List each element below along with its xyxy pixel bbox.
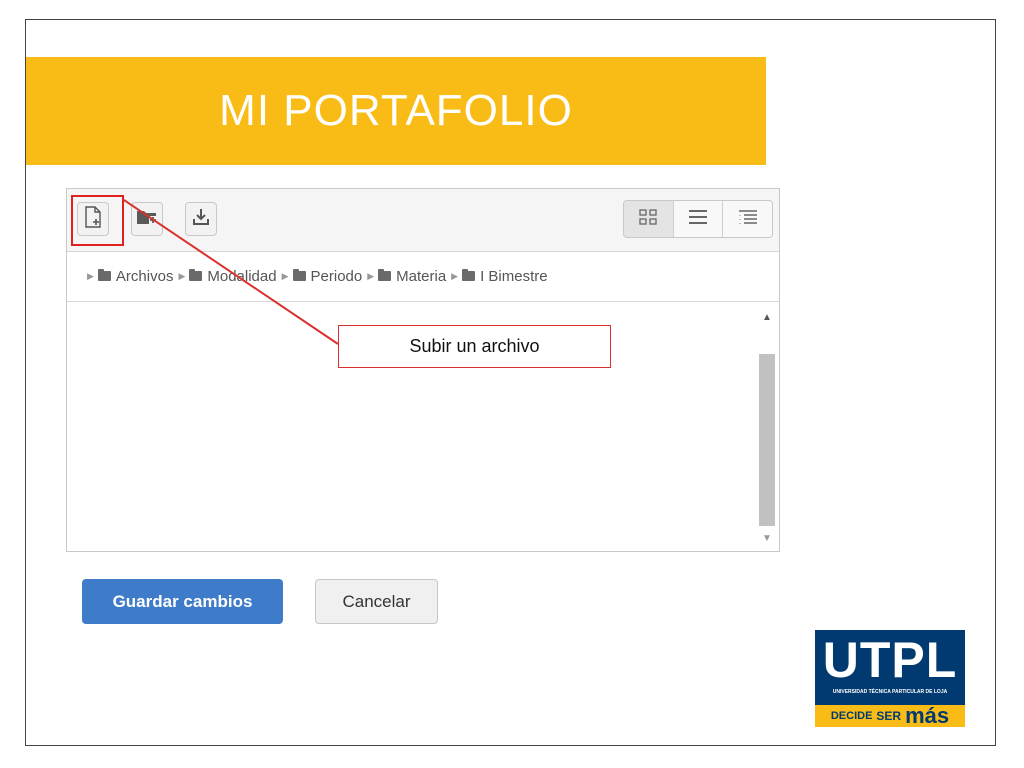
triangle-right-icon: ▶ <box>367 270 375 281</box>
scroll-down-arrow-icon[interactable]: ▼ <box>759 531 775 545</box>
folder-icon <box>462 269 476 281</box>
vertical-scrollbar[interactable]: ▲ ▼ <box>759 310 775 545</box>
view-tree-button[interactable] <box>723 201 772 237</box>
create-folder-button[interactable] <box>131 202 163 236</box>
logo-slogan: DECIDE SER más <box>815 705 965 727</box>
breadcrumb-item-materia[interactable]: ▶ Materia <box>367 268 446 285</box>
triangle-right-icon: ▶ <box>87 270 94 281</box>
view-icons-button[interactable] <box>624 201 674 237</box>
folder-icon <box>97 269 111 281</box>
download-all-button[interactable] <box>185 202 217 236</box>
title-banner: MI PORTAFOLIO <box>26 57 766 165</box>
folder-icon <box>189 269 203 281</box>
scroll-thumb[interactable] <box>759 354 775 526</box>
logo-name: UTPL <box>822 632 958 688</box>
view-list-button[interactable] <box>674 201 724 237</box>
list-view-icon <box>688 209 708 230</box>
folder-icon <box>378 269 392 281</box>
triangle-right-icon: ▶ <box>178 270 186 281</box>
add-file-highlight <box>71 195 124 246</box>
page-title: MI PORTAFOLIO <box>219 86 573 135</box>
cancel-button[interactable]: Cancelar <box>315 579 438 624</box>
download-icon <box>191 207 211 232</box>
file-manager: ▶ Archivos ▶ Modalidad ▶ Periodo ▶ Materia ▶… <box>66 188 780 552</box>
utpl-logo: UTPL UNIVERSIDAD TÉCNICA PARTICULAR DE L… <box>815 630 965 727</box>
logo-subtitle: UNIVERSIDAD TÉCNICA PARTICULAR DE LOJA <box>832 689 948 695</box>
breadcrumb: ▶ Archivos ▶ Modalidad ▶ Periodo ▶ Materia ▶… <box>67 251 779 302</box>
scroll-up-arrow-icon[interactable]: ▲ <box>759 310 775 324</box>
triangle-right-icon: ▶ <box>451 270 459 281</box>
breadcrumb-item-bimestre[interactable]: ▶ I Bimestre <box>451 268 547 285</box>
grid-view-icon <box>639 208 657 230</box>
breadcrumb-item-archivos[interactable]: ▶ Archivos <box>87 268 173 285</box>
breadcrumb-item-modalidad[interactable]: ▶ Modalidad <box>178 268 276 285</box>
tree-view-icon <box>738 209 758 230</box>
logo-top: UTPL UNIVERSIDAD TÉCNICA PARTICULAR DE L… <box>815 630 965 705</box>
triangle-right-icon: ▶ <box>281 270 289 281</box>
callout-label: Subir un archivo <box>338 325 611 368</box>
file-manager-toolbar <box>67 189 779 252</box>
breadcrumb-item-periodo[interactable]: ▶ Periodo <box>282 268 363 285</box>
save-changes-button[interactable]: Guardar cambios <box>82 579 283 624</box>
folder-icon <box>292 269 306 281</box>
folder-add-icon <box>136 208 158 231</box>
view-mode-switcher <box>623 200 773 238</box>
